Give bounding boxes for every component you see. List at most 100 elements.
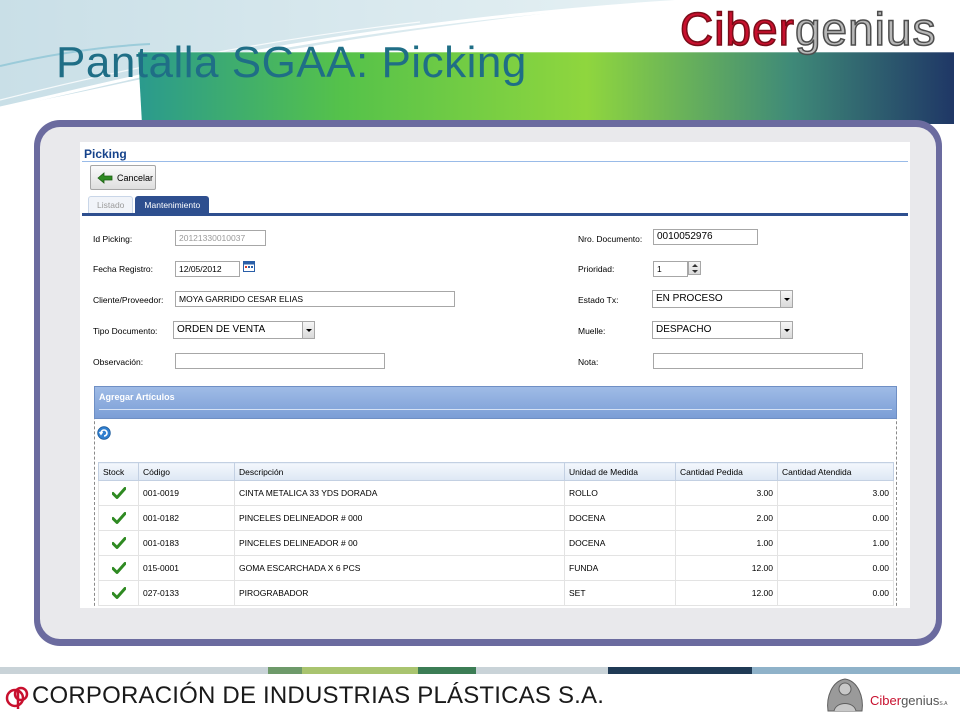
column-header-cantidad-pedida[interactable]: Cantidad Pedida [675,462,778,481]
tab-mantenimiento[interactable]: Mantenimiento [135,196,210,213]
footer-color-bar [0,667,960,674]
footer-logo-part1: Ciber [870,693,902,708]
tab-listado[interactable]: Listado [88,196,134,213]
articles-panel-header: Agregar Artículos [94,386,897,419]
tab-underline [82,213,908,216]
observacion-label: Observación: [93,357,144,367]
cliente-label: Cliente/Proveedor: [93,295,164,305]
checkmark-icon [111,537,126,549]
refresh-icon[interactable] [97,426,111,440]
dropdown-arrow-icon[interactable] [780,322,792,338]
codigo-cell: 001-0019 [138,480,235,506]
dropdown-arrow-icon[interactable] [302,322,314,338]
column-header-codigo[interactable]: Código [138,462,235,481]
picking-window: Picking Cancelar Listado Mantenimiento I… [80,142,910,608]
tipo-documento-label: Tipo Documento: [93,326,158,336]
footer-bar-segment [0,667,268,674]
cantidad-atendida-cell: 3.00 [777,480,894,506]
footer-bar-segment [608,667,752,674]
cantidad-pedida-cell: 12.00 [675,555,778,581]
column-header-stock[interactable]: Stock [98,462,139,481]
slide-title: Pantalla SGAA: Picking [56,38,527,87]
unidad-cell: FUNDA [564,555,676,581]
nro-documento-label: Nro. Documento: [578,234,643,244]
cantidad-pedida-cell: 3.00 [675,480,778,506]
id-picking-field[interactable]: 20121330010037 [175,230,266,246]
stock-cell [98,480,139,506]
muelle-select[interactable]: DESPACHO [652,321,793,339]
cibergenius-logo-icon [827,678,863,712]
cancel-button-label: Cancelar [117,172,154,183]
estado-tx-select[interactable]: EN PROCESO [652,290,793,308]
id-picking-label: Id Picking: [93,234,133,244]
unidad-cell: DOCENA [564,505,676,531]
cantidad-atendida-cell: 1.00 [777,530,894,556]
cantidad-atendida-cell: 0.00 [777,580,894,606]
nota-field[interactable] [653,353,863,369]
dropdown-arrow-icon[interactable] [780,291,792,307]
table-row[interactable]: 001-0182 PINCELES DELINEADOR # 000 DOCEN… [98,505,894,531]
checkmark-icon [111,487,126,499]
table-row[interactable]: 001-0183 PINCELES DELINEADOR # 00 DOCENA… [98,530,894,556]
codigo-cell: 001-0182 [138,505,235,531]
descripcion-cell: PINCELES DELINEADOR # 000 [234,505,565,531]
table-row[interactable]: 001-0019 CINTA METALICA 33 YDS DORADA RO… [98,480,894,506]
table-row[interactable]: 015-0001 GOMA ESCARCHADA X 6 PCS FUNDA 1… [98,555,894,581]
fecha-registro-field[interactable]: 12/05/2012 [175,261,240,277]
articles-panel-title: Agregar Artículos [99,392,175,402]
footer-logo-part2: genius [901,693,940,708]
stock-cell [98,505,139,531]
codigo-cell: 001-0183 [138,530,235,556]
back-arrow-icon [97,171,113,184]
footer-bar-segment [302,667,418,674]
checkmark-icon [111,587,126,599]
footer-bar-segment [268,667,302,674]
muelle-label: Muelle: [578,326,606,336]
muelle-value: DESPACHO [656,324,712,335]
cliente-field[interactable]: MOYA GARRIDO CESAR ELIAS [175,291,455,307]
nro-documento-field[interactable]: 0010052976 [653,229,758,245]
cantidad-pedida-cell: 1.00 [675,530,778,556]
cancel-button[interactable]: Cancelar [90,165,156,190]
tipo-documento-select[interactable]: ORDEN DE VENTA [173,321,315,339]
spinner-icon[interactable] [688,261,701,275]
descripcion-cell: PIROGRABADOR [234,580,565,606]
descripcion-cell: CINTA METALICA 33 YDS DORADA [234,480,565,506]
unidad-cell: SET [564,580,676,606]
footer-brand-logo: CibergeniusS.A [870,693,947,708]
tab-strip: Listado Mantenimiento [88,196,211,213]
fecha-registro-label: Fecha Registro: [93,264,153,274]
calendar-icon[interactable] [243,260,255,272]
window-title: Picking [84,147,127,161]
stock-cell [98,530,139,556]
brand-logo-part1: Ciber [679,2,795,56]
footer-bar-segment [418,667,476,674]
descripcion-cell: GOMA ESCARCHADA X 6 PCS [234,555,565,581]
panel-header-line [99,409,892,410]
nota-label: Nota: [578,357,599,367]
stock-cell [98,555,139,581]
footer-logo-suffix: S.A [939,701,948,707]
codigo-cell: 015-0001 [138,555,235,581]
unidad-cell: ROLLO [564,480,676,506]
table-row[interactable]: 027-0133 PIROGRABADOR SET 12.00 0.00 [98,580,894,606]
cantidad-pedida-cell: 2.00 [675,505,778,531]
observacion-field[interactable] [175,353,385,369]
cantidad-atendida-cell: 0.00 [777,555,894,581]
estado-tx-value: EN PROCESO [656,293,723,304]
prioridad-label: Prioridad: [578,264,615,274]
checkmark-icon [111,562,126,574]
title-divider [82,161,908,162]
brand-logo-part2: genius [794,2,937,56]
column-header-descripcion[interactable]: Descripción [234,462,565,481]
table-header-row: Stock Código Descripción Unidad de Medid… [98,462,894,481]
prioridad-field[interactable]: 1 [653,261,688,277]
column-header-cantidad-atendida[interactable]: Cantidad Atendida [777,462,894,481]
descripcion-cell: PINCELES DELINEADOR # 00 [234,530,565,556]
estado-tx-label: Estado Tx: [578,295,619,305]
footer-bar-segment [476,667,608,674]
column-header-unidad[interactable]: Unidad de Medida [564,462,676,481]
footer-company-name: CORPORACIÓN DE INDUSTRIAS PLÁSTICAS S.A. [32,682,605,709]
brand-logo: Cibergenius [679,2,937,56]
cantidad-atendida-cell: 0.00 [777,505,894,531]
